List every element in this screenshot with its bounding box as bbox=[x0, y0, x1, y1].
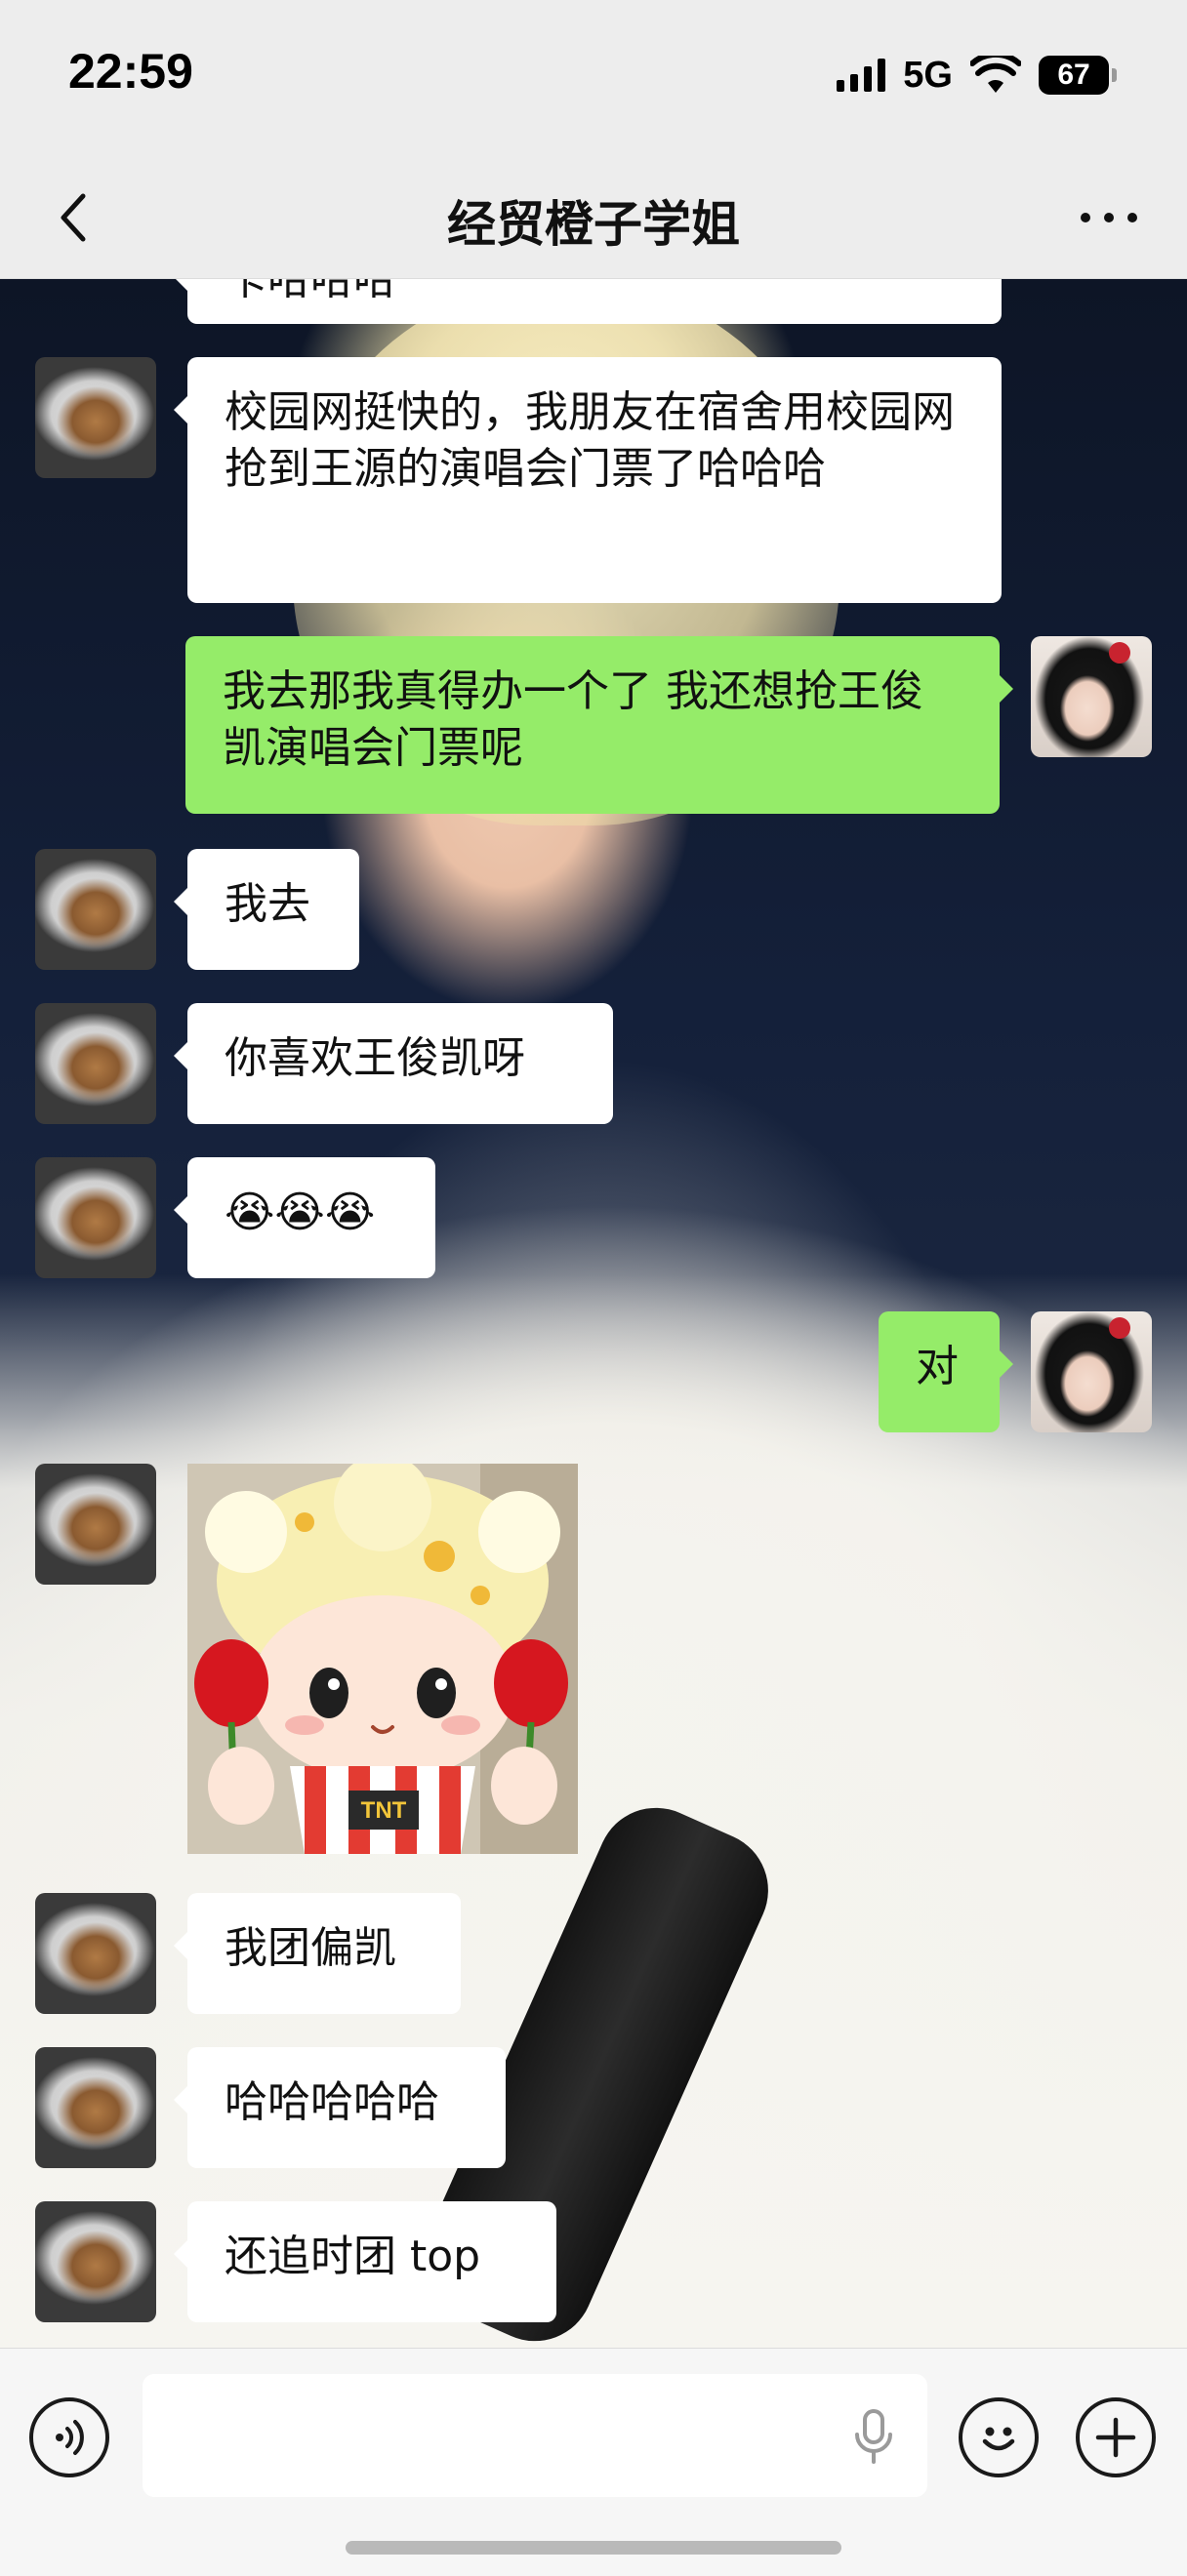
avatar[interactable] bbox=[35, 2201, 156, 2322]
message-bubble[interactable]: 哈哈哈哈哈 bbox=[174, 2047, 506, 2168]
emoji-button[interactable] bbox=[959, 2397, 1039, 2477]
message-bubble[interactable]: 😭😭😭 bbox=[174, 1157, 435, 1278]
message-input[interactable] bbox=[143, 2374, 927, 2497]
avatar[interactable] bbox=[35, 357, 156, 478]
more-dots-icon bbox=[1081, 213, 1137, 222]
sticker-text: TNT bbox=[361, 1797, 407, 1824]
avatar[interactable] bbox=[35, 1464, 156, 1585]
avatar[interactable] bbox=[35, 1003, 156, 1124]
message-bubble[interactable]: 你喜欢王俊凯呀 bbox=[174, 1003, 613, 1124]
avatar[interactable] bbox=[35, 849, 156, 970]
battery-level: 67 bbox=[1057, 59, 1090, 91]
message-text: 我团偏凯 bbox=[225, 1923, 396, 1973]
status-bar: 22:59 5G 67 bbox=[0, 0, 1187, 156]
status-time: 22:59 bbox=[68, 44, 193, 99]
home-indicator bbox=[346, 2541, 841, 2555]
more-button[interactable] bbox=[1070, 183, 1148, 252]
signal-icon bbox=[837, 59, 886, 92]
avatar[interactable] bbox=[35, 1893, 156, 2014]
message-bubble[interactable]: 我团偏凯 bbox=[174, 1893, 461, 2014]
voice-icon bbox=[56, 2420, 84, 2455]
sticker-image[interactable]: TNT bbox=[187, 1464, 578, 1854]
message-bubble[interactable]: 我去那我真得办一个了 我还想抢王俊凯演唱会门票呢 bbox=[185, 636, 1013, 814]
nav-bar: 经贸橙子学姐 bbox=[0, 156, 1187, 279]
plus-icon bbox=[1095, 2417, 1136, 2458]
message-text: 哈哈哈哈哈 bbox=[225, 2077, 439, 2127]
message-text: 校园网挺快的，我朋友在宿舍用校园网抢到王源的演唱会门票了哈哈哈 bbox=[225, 387, 955, 494]
status-indicators: 5G 67 bbox=[837, 51, 1117, 100]
plus-button[interactable] bbox=[1076, 2397, 1156, 2477]
message-text: 我去那我真得办一个了 我还想抢王俊凯演唱会门票呢 bbox=[223, 666, 923, 773]
avatar[interactable] bbox=[1031, 636, 1152, 757]
message-text: 我去 bbox=[225, 879, 310, 929]
voice-button[interactable] bbox=[29, 2397, 109, 2477]
avatar[interactable] bbox=[35, 2047, 156, 2168]
message-text: 你喜欢王俊凯呀 bbox=[225, 1033, 525, 1083]
message-text: 对 bbox=[916, 1342, 959, 1391]
message-text: 还追时团 top bbox=[225, 2232, 481, 2281]
background-jacket bbox=[0, 1274, 1187, 2348]
wifi-icon bbox=[970, 56, 1021, 93]
mic-icon[interactable] bbox=[849, 2407, 898, 2466]
avatar[interactable] bbox=[35, 1157, 156, 1278]
network-label: 5G bbox=[903, 54, 953, 96]
emoji-icon bbox=[982, 2427, 1015, 2451]
battery-icon: 67 bbox=[1039, 56, 1117, 95]
avatar[interactable] bbox=[1031, 1311, 1152, 1432]
chat-title: 经贸橙子学姐 bbox=[447, 196, 740, 253]
message-text: 😭😭😭 bbox=[225, 1187, 376, 1237]
message-bubble[interactable]: 还追时团 top bbox=[174, 2201, 556, 2322]
message-bubble[interactable]: 我去 bbox=[174, 849, 359, 970]
sticker-character-icon: TNT bbox=[187, 1464, 578, 1854]
message-bubble[interactable]: 对 bbox=[879, 1311, 1013, 1432]
message-bubble[interactable]: 校园网挺快的，我朋友在宿舍用校园网抢到王源的演唱会门票了哈哈哈 bbox=[174, 357, 1002, 603]
